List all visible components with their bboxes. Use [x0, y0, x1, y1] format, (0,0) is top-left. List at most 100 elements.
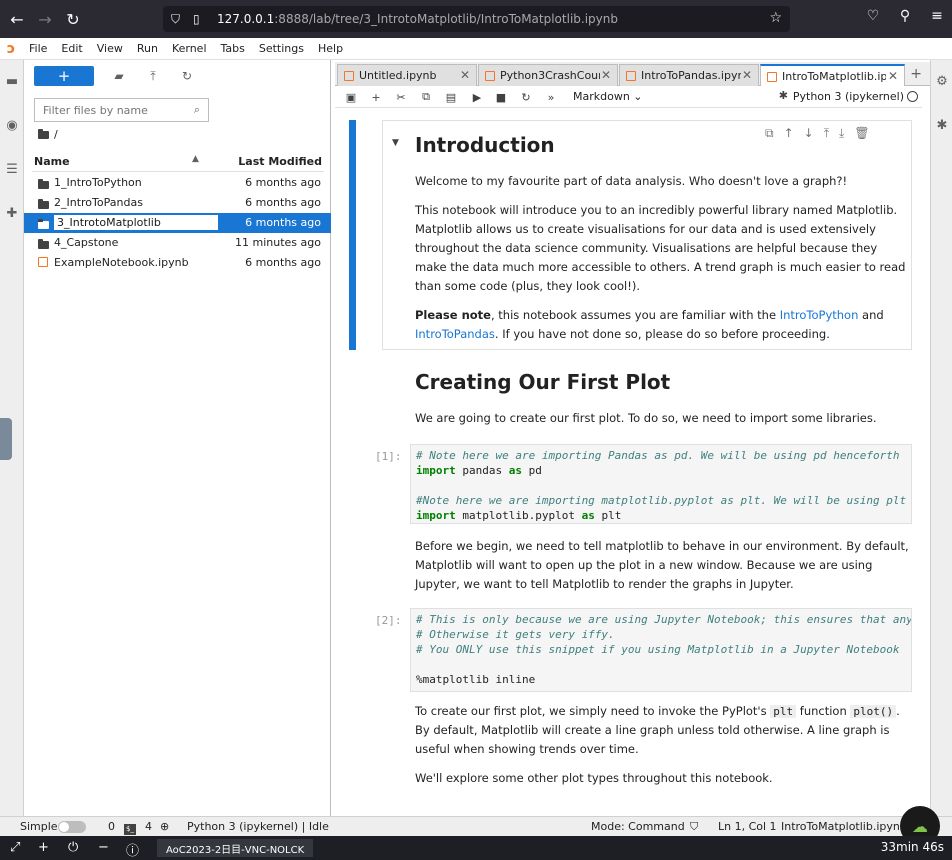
forward-icon[interactable]: → [34, 8, 56, 30]
notebook-panel[interactable]: ▼ ⧉ ↑ ↓ ⤒ ⤓ 🗑 Introduction Welcome to my… [335, 108, 930, 816]
code-cell-2[interactable]: # This is only because we are using Jupy… [410, 608, 912, 692]
tab-python3crashcourse[interactable]: Python3CrashCours ✕ [478, 64, 618, 86]
menu-tabs[interactable]: Tabs [214, 42, 252, 55]
file-name-rename-input[interactable]: 3_IntrotoMatplotlib [54, 215, 218, 230]
menu-settings[interactable]: Settings [252, 42, 311, 55]
close-icon[interactable]: ✕ [601, 68, 611, 82]
bug-icon[interactable]: ✱ [779, 89, 788, 102]
code-comment: # Note here we are importing Pandas as p… [416, 449, 900, 462]
menu-edit[interactable]: Edit [54, 42, 89, 55]
code-comment: #Note here we are importing matplotlib.p… [416, 494, 912, 507]
copy-icon[interactable]: ⧉ [418, 89, 434, 105]
close-icon[interactable]: ✕ [888, 69, 898, 83]
refresh-icon[interactable]: ↻ [178, 67, 196, 85]
code-text: plt [594, 509, 622, 522]
collapse-icon[interactable]: ▼ [392, 138, 399, 148]
filter-field[interactable]: ⌕ [34, 98, 209, 122]
extension-icon[interactable]: ✚ [3, 204, 21, 222]
file-row-selected[interactable]: 3_IntrotoMatplotlib 6 months ago [24, 213, 331, 233]
stop-icon[interactable]: ■ [493, 89, 509, 105]
kernel-icon[interactable]: ⊕ [160, 820, 169, 833]
note-text: , this notebook assumes you are familiar… [490, 308, 780, 322]
shield-icon[interactable]: ⛉ [171, 12, 185, 27]
back-icon[interactable]: ← [6, 8, 28, 30]
menu-help[interactable]: Help [311, 42, 350, 55]
filter-input[interactable] [43, 103, 188, 117]
browser-toolbar: ← → ↻ ⛉ ▯ 127.0.0.1:8888/lab/tree/3_Intr… [0, 0, 952, 38]
reload-icon[interactable]: ↻ [62, 8, 84, 30]
new-folder-icon[interactable]: ▰ [110, 67, 128, 85]
link-introtopython[interactable]: IntroToPython [780, 308, 859, 322]
upload-icon[interactable]: ⤒ [144, 67, 162, 85]
folder-icon [38, 219, 49, 229]
toc-icon[interactable]: ☰ [3, 160, 21, 178]
jupyter-logo-icon: ↄ [6, 40, 16, 57]
status-bar: Simple 0 $_ 4 ⊕ Python 3 (ipykernel) | I… [0, 816, 952, 836]
save-icon[interactable]: ▣ [343, 89, 359, 105]
debugger-icon[interactable]: ✱ [933, 116, 951, 134]
extensions-icon[interactable]: ⚲ [894, 8, 916, 24]
active-cell-indicator [349, 120, 356, 350]
tab-introtomatplotlib[interactable]: IntroToMatplotlib.ip ✕ [760, 64, 905, 87]
cut-icon[interactable]: ✂ [393, 89, 409, 105]
menu-run[interactable]: Run [130, 42, 165, 55]
file-row[interactable]: 1_IntroToPython 6 months ago [24, 173, 331, 193]
minimize-icon[interactable]: − [98, 840, 109, 855]
pocket-icon[interactable]: ♡ [862, 8, 884, 24]
folder-icon[interactable]: ▬ [3, 72, 21, 90]
simple-mode-toggle[interactable] [58, 821, 86, 833]
menu-view[interactable]: View [90, 42, 130, 55]
column-modified[interactable]: Last Modified [238, 155, 322, 168]
close-icon[interactable]: ✕ [742, 68, 752, 82]
notebook-icon [767, 71, 777, 82]
close-icon[interactable]: ✕ [460, 68, 470, 82]
trusted-icon[interactable]: ⛉ [690, 820, 698, 834]
kernel-state[interactable]: Python 3 (ipykernel) | Idle [187, 820, 329, 833]
file-row[interactable]: 4_Capstone 11 minutes ago [24, 233, 331, 253]
tab-introtopandas[interactable]: IntroToPandas.ipynb ✕ [619, 64, 759, 86]
breadcrumb-root[interactable]: / [54, 128, 58, 141]
fast-forward-icon[interactable]: » [543, 89, 559, 105]
notebook-toolbar: ▣ + ✂ ⧉ ▤ ▶ ■ ↻ » Markdown ⌄ ✱ Python 3 … [335, 86, 922, 108]
heading-introduction: Introduction [415, 133, 555, 157]
tab-label: IntroToPandas.ipynb [641, 69, 741, 82]
file-name: ExampleNotebook.ipynb [54, 256, 189, 269]
sort-up-icon[interactable]: ▲ [192, 154, 199, 164]
new-launcher-button[interactable]: + [34, 66, 94, 86]
menu-kernel[interactable]: Kernel [165, 42, 214, 55]
tab-untitled[interactable]: Untitled.ipynb ✕ [337, 64, 477, 86]
code-cell-1[interactable]: # Note here we are importing Pandas as p… [410, 444, 912, 524]
kernel-name[interactable]: Python 3 (ipykernel) [793, 90, 904, 103]
running-icon[interactable]: ◉ [3, 116, 21, 134]
plus-icon[interactable]: + [38, 840, 49, 855]
property-inspector-icon[interactable]: ⚙ [933, 72, 951, 90]
insert-cell-icon[interactable]: + [368, 89, 384, 105]
code-keyword: as [581, 509, 595, 522]
info-icon[interactable]: ⓘ [126, 840, 139, 859]
expand-icon[interactable]: ⤢ [10, 840, 20, 855]
column-name[interactable]: Name [34, 155, 70, 168]
file-name: 1_IntroToPython [54, 176, 142, 189]
add-tab-icon[interactable]: + [910, 66, 922, 82]
menu-icon[interactable]: ≡ [926, 8, 948, 24]
file-row[interactable]: 2_IntroToPandas 6 months ago [24, 193, 331, 213]
markdown-intro: Introduction [415, 132, 910, 158]
url-text[interactable]: 127.0.0.1:8888/lab/tree/3_IntrotoMatplot… [217, 12, 618, 26]
side-handle[interactable] [0, 418, 12, 460]
restart-icon[interactable]: ↻ [518, 89, 534, 105]
current-file: IntroToMatplotlib.ipynb [781, 820, 907, 833]
link-introtopandas[interactable]: IntroToPandas [415, 327, 495, 341]
bookmark-star-icon[interactable]: ☆ [769, 10, 782, 26]
cursor-position[interactable]: Ln 1, Col 1 [718, 820, 777, 833]
address-bar[interactable]: ⛉ ▯ 127.0.0.1:8888/lab/tree/3_IntrotoMat… [163, 6, 790, 32]
menu-file[interactable]: File [22, 42, 54, 55]
run-icon[interactable]: ▶ [469, 89, 485, 105]
taskbar-window[interactable]: AoC2023-2日目-VNC-NOLCK [157, 839, 314, 857]
cell-type-select[interactable]: Markdown ⌄ [573, 90, 643, 103]
paste-icon[interactable]: ▤ [443, 89, 459, 105]
power-icon[interactable]: ⏻ [68, 840, 78, 855]
terminal-icon[interactable]: $_ [124, 824, 136, 835]
search-icon: ⌕ [193, 103, 200, 116]
breadcrumb[interactable]: / [38, 128, 58, 141]
file-row[interactable]: ExampleNotebook.ipynb 6 months ago [24, 253, 331, 273]
